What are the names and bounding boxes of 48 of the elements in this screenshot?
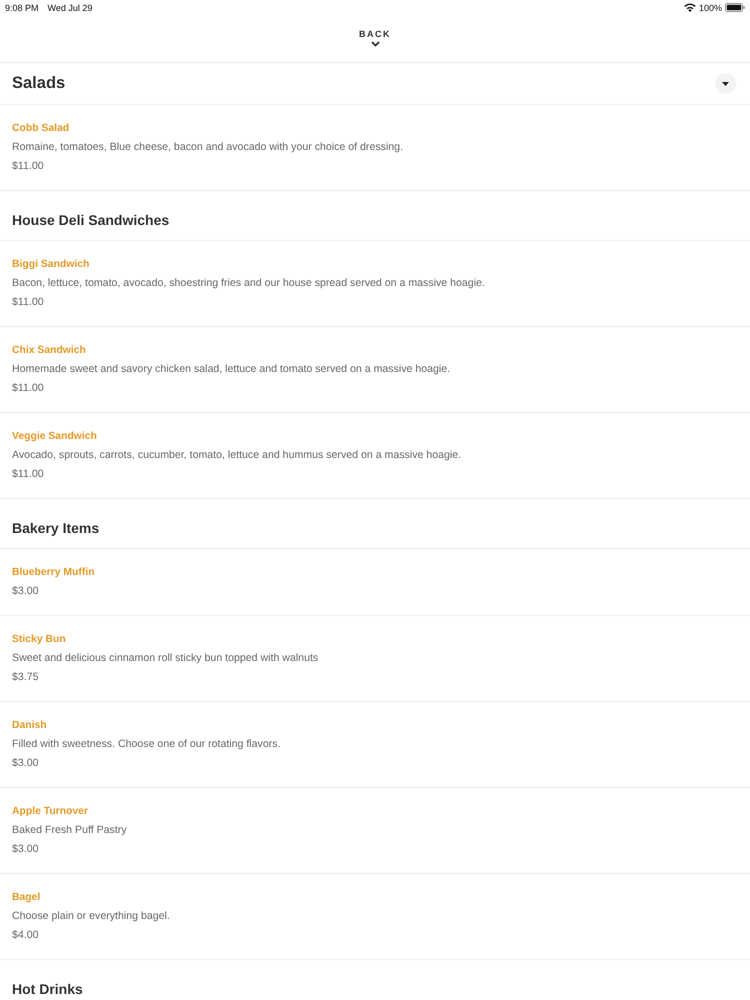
menu-item[interactable]: Blueberry Muffin $3.00 xyxy=(0,549,750,616)
menu-item[interactable]: Sticky Bun Sweet and delicious cinnamon roll sticky bun topped with walnuts $3.75 xyxy=(0,616,750,702)
section-title: Hot Drinks xyxy=(12,981,84,998)
item-name: Apple Turnover xyxy=(12,805,88,819)
item-description: Filled with sweetness. Choose one of our rotating flavors. xyxy=(12,737,281,752)
item-name: Veggie Sandwich xyxy=(12,430,97,444)
item-price: $3.00 xyxy=(12,756,39,771)
battery-icon xyxy=(725,3,745,12)
status-time: 9:08 PM xyxy=(5,2,39,12)
item-name: Bagel xyxy=(12,891,40,905)
wifi-icon xyxy=(684,3,696,12)
status-date: Wed Jul 29 xyxy=(48,2,92,12)
section-title: House Deli Sandwiches xyxy=(12,212,170,229)
item-price: $11.00 xyxy=(12,295,44,310)
item-description: Choose plain or everything bagel. xyxy=(12,909,170,924)
item-description: Avocado, sprouts, carrots, cucumber, tomato, lettuce and hummus served on a massive hoagie. xyxy=(12,448,462,463)
menu-item[interactable]: Biggi Sandwich Bacon, lettuce, tomato, avocado, shoestring fries and our house spread served on a massive hoagie. $11.00 xyxy=(0,241,750,327)
menu-item[interactable]: Chix Sandwich Homemade sweet and savory chicken salad, lettuce and tomato served on a massive hoagie. $11.00 xyxy=(0,327,750,413)
item-price: $4.00 xyxy=(12,928,39,943)
item-price: $11.00 xyxy=(12,159,44,174)
item-description: Bacon, lettuce, tomato, avocado, shoestring fries and our house spread served on a massive hoagie. xyxy=(12,276,485,291)
item-description: Sweet and delicious cinnamon roll sticky bun topped with walnuts xyxy=(12,651,318,666)
item-price: $3.00 xyxy=(12,842,39,857)
item-name: Danish xyxy=(12,719,47,733)
item-description: Romaine, tomatoes, Blue cheese, bacon and avocado with your choice of dressing. xyxy=(12,140,404,155)
item-price: $3.75 xyxy=(12,670,39,685)
item-name: Cobb Salad xyxy=(12,122,70,136)
item-price: $11.00 xyxy=(12,467,44,482)
menu-item[interactable]: Danish Filled with sweetness. Choose one of our rotating flavors. $3.00 xyxy=(0,702,750,788)
item-name: Biggi Sandwich xyxy=(12,258,90,272)
item-description: Baked Fresh Puff Pastry xyxy=(12,823,127,838)
menu-item[interactable]: Veggie Sandwich Avocado, sprouts, carrots, cucumber, tomato, lettuce and hummus served on a massive hoagie. $11.00 xyxy=(0,413,750,499)
category-title: Salads xyxy=(12,74,66,93)
item-price: $11.00 xyxy=(12,381,44,396)
chevron-down-icon xyxy=(370,41,380,47)
back-button[interactable]: BACK xyxy=(359,28,391,47)
menu-item[interactable]: Apple Turnover Baked Fresh Puff Pastry $3.00 xyxy=(0,788,750,874)
caret-down-icon xyxy=(722,82,729,86)
category-dropdown-button[interactable] xyxy=(715,73,736,94)
item-name: Sticky Bun xyxy=(12,633,66,647)
menu-item[interactable]: Bagel Choose plain or everything bagel. $4.00 xyxy=(0,874,750,960)
section-title: Bakery Items xyxy=(12,520,100,537)
battery-percent: 100% xyxy=(698,2,722,12)
menu-item[interactable]: Cobb Salad Romaine, tomatoes, Blue cheese, bacon and avocado with your choice of dressing. $11.00 xyxy=(0,105,750,191)
item-name: Chix Sandwich xyxy=(12,344,86,358)
item-price: $3.00 xyxy=(12,584,39,599)
item-name: Blueberry Muffin xyxy=(12,566,95,580)
item-description: Homemade sweet and savory chicken salad, lettuce and tomato served on a massive hoagie. xyxy=(12,362,450,377)
